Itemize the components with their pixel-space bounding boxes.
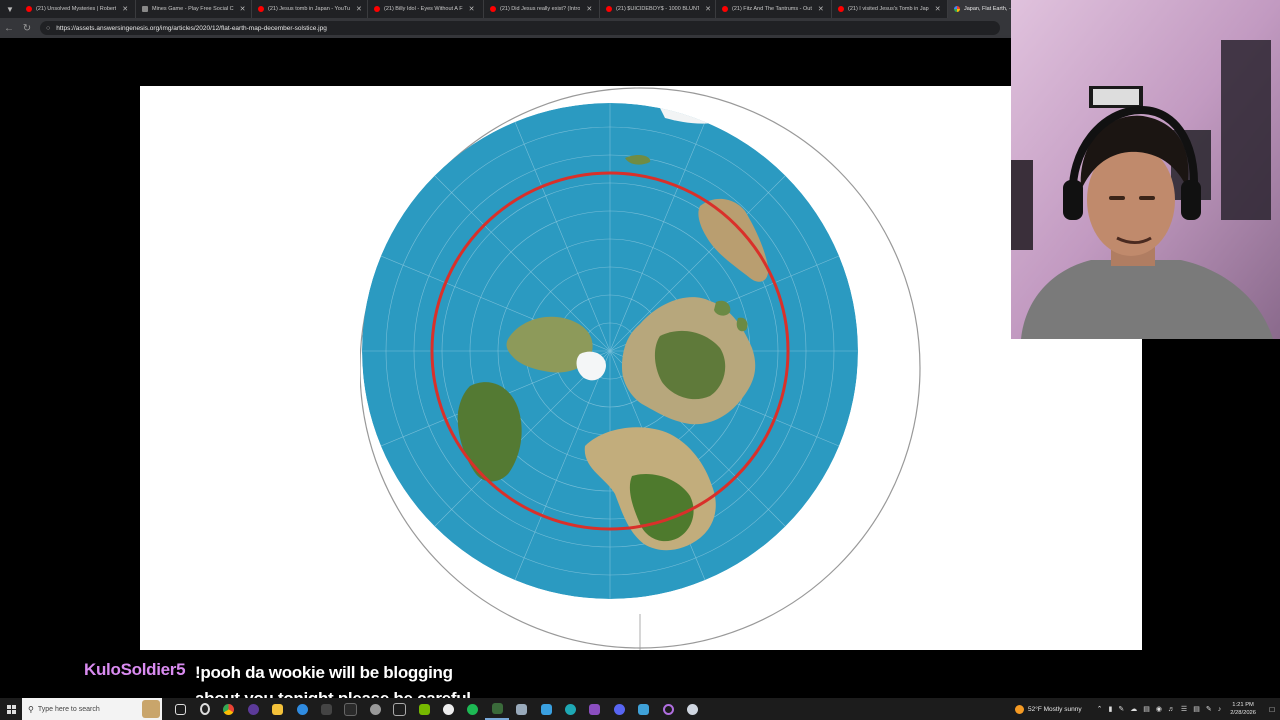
azimuthal-map (360, 87, 921, 650)
longitude-grid (362, 103, 858, 599)
address-bar[interactable]: ○ https://assets.answersingenesis.org/im… (40, 21, 1000, 35)
tab-billy-idol[interactable]: (21) Billy Idol - Eyes Without A F ✕ (368, 0, 484, 18)
youtube-icon (374, 6, 380, 12)
site-icon (142, 6, 148, 12)
network-icon[interactable]: ▤ (1143, 705, 1150, 713)
chrome-icon[interactable] (217, 698, 241, 720)
close-tab-icon[interactable]: ✕ (818, 5, 824, 13)
clock-date: 2/28/2026 (1230, 710, 1256, 716)
close-tab-icon[interactable]: ✕ (356, 5, 362, 13)
app-blue-icon[interactable] (534, 698, 558, 720)
tab-jesus-tomb-japan[interactable]: (21) Jesus tomb in Japan - YouTu ✕ (252, 0, 368, 18)
pinned-apps (168, 698, 705, 720)
tab-title: (21) Unsolved Mysteries | Robert (36, 6, 117, 12)
youtube-icon (722, 6, 728, 12)
discord-icon[interactable] (607, 698, 631, 720)
edge-icon[interactable] (290, 698, 314, 720)
search-placeholder: Type here to search (37, 705, 100, 713)
weather-widget[interactable]: 52°F Mostly sunny (1015, 704, 1082, 714)
tab-visited-jesus-tomb[interactable]: (21) I visited Jesus's Tomb in Jap ✕ (832, 0, 948, 18)
inkscape-icon[interactable] (388, 698, 412, 720)
chat-username: KuloSoldier5 (84, 660, 186, 679)
youtube-icon (490, 6, 496, 12)
wifi-icon[interactable]: ☰ (1181, 705, 1187, 713)
browser-teal-icon[interactable] (558, 698, 582, 720)
lock-icon[interactable]: ○ (46, 25, 50, 32)
search-highlight-icon[interactable] (142, 700, 160, 718)
taskbar-search-box[interactable]: ⚲ Type here to search (22, 698, 162, 720)
clock[interactable]: 1:21 PM 2/28/2026 (1230, 701, 1256, 717)
tab-title: Japan, Flat Earth, - G (964, 6, 1017, 12)
ring-purple-icon[interactable] (656, 698, 680, 720)
weather-text: 52°F Mostly sunny (1028, 705, 1082, 713)
close-tab-icon[interactable]: ✕ (122, 5, 128, 13)
headset-icon[interactable]: ◉ (1156, 705, 1162, 713)
pen-icon[interactable]: ✎ (1118, 705, 1124, 713)
spotify-icon[interactable] (461, 698, 485, 720)
tab-title: (21) I visited Jesus's Tomb in Jap (848, 6, 929, 12)
edit-icon[interactable]: ✎ (1206, 705, 1212, 713)
close-tab-icon[interactable]: ✕ (705, 5, 711, 13)
start-button[interactable] (0, 698, 22, 720)
sun-icon (1015, 704, 1025, 714)
cloud-icon[interactable]: ☁ (1130, 705, 1137, 713)
tab-title: (21) Fitz And The Tantrums - Out (732, 6, 812, 12)
tab-did-jesus-exist[interactable]: (21) Did Jesus really exist? (Intro ✕ (484, 0, 600, 18)
tab-search-chevron-icon[interactable]: ▼ (0, 0, 20, 18)
steam-icon[interactable] (680, 698, 704, 720)
app-dark-icon[interactable] (314, 698, 338, 720)
webcam-overlay (1011, 0, 1280, 339)
headset-earcup (1063, 180, 1083, 220)
chevron-up-icon[interactable]: ⌃ (1097, 705, 1103, 713)
speaker-icon[interactable]: ♬ (1168, 706, 1175, 713)
youtube-icon (26, 6, 32, 12)
photo-app-icon[interactable] (631, 698, 655, 720)
notification-icon[interactable]: □ (1264, 705, 1280, 714)
app-purple-icon[interactable] (583, 698, 607, 720)
tab-suicideboys[interactable]: (21) $UICIDEBOY$ - 1000 BLUNT ✕ (600, 0, 716, 18)
task-view-icon[interactable] (168, 698, 192, 720)
tab-title: (21) Billy Idol - Eyes Without A F (384, 6, 463, 12)
google-icon (954, 6, 960, 12)
youtube-icon (838, 6, 844, 12)
app-grey-icon[interactable] (339, 698, 363, 720)
back-arrow-icon[interactable]: ← (0, 23, 18, 34)
microphone-icon[interactable]: ▮ (1108, 705, 1112, 713)
clock-time: 1:21 PM (1232, 702, 1254, 708)
url-text: https://assets.answersingenesis.org/img/… (56, 24, 327, 32)
obs-icon[interactable] (241, 698, 265, 720)
close-tab-icon[interactable]: ✕ (586, 5, 592, 13)
nvidia-icon[interactable] (412, 698, 436, 720)
flat-earth-map-image (140, 86, 1142, 650)
reload-icon[interactable]: ↻ (18, 23, 36, 34)
windows-logo-icon (6, 704, 16, 714)
system-tray: 52°F Mostly sunny ⌃ ▮ ✎ ☁ ▤ ◉ ♬ ☰ ▤ ✎ ♪ … (1015, 698, 1280, 720)
tab-title: (21) Jesus tomb in Japan - YouTu (268, 6, 351, 12)
ring-app-icon[interactable] (192, 698, 216, 720)
youtube-icon (606, 6, 612, 12)
alien-app-icon[interactable] (363, 698, 387, 720)
youtube-icon (258, 6, 264, 12)
notepad-icon[interactable] (509, 698, 533, 720)
github-icon[interactable] (436, 698, 460, 720)
close-tab-icon[interactable]: ✕ (469, 5, 475, 13)
ethernet-icon[interactable]: ▤ (1193, 705, 1200, 713)
file-explorer-icon[interactable] (266, 698, 290, 720)
close-tab-icon[interactable]: ✕ (240, 5, 246, 13)
tab-title: (21) $UICIDEBOY$ - 1000 BLUNT (616, 6, 700, 12)
tab-title: (21) Did Jesus really exist? (Intro (500, 6, 581, 12)
close-tab-icon[interactable]: ✕ (935, 5, 941, 13)
windows-taskbar: ⚲ Type here to search 52°F Mostly sunny … (0, 698, 1280, 720)
volume-icon[interactable]: ♪ (1218, 706, 1222, 713)
tab-unsolved-mysteries[interactable]: (21) Unsolved Mysteries | Robert ✕ (20, 0, 136, 18)
calculator-icon[interactable] (485, 698, 510, 720)
search-icon: ⚲ (28, 704, 34, 714)
tab-fitz-tantrums[interactable]: (21) Fitz And The Tantrums - Out ✕ (716, 0, 832, 18)
tab-title: Mines Game - Play Free Social C (152, 6, 234, 12)
webcam-feed (1011, 0, 1280, 339)
tab-mines-game[interactable]: Mines Game - Play Free Social C ✕ (136, 0, 252, 18)
